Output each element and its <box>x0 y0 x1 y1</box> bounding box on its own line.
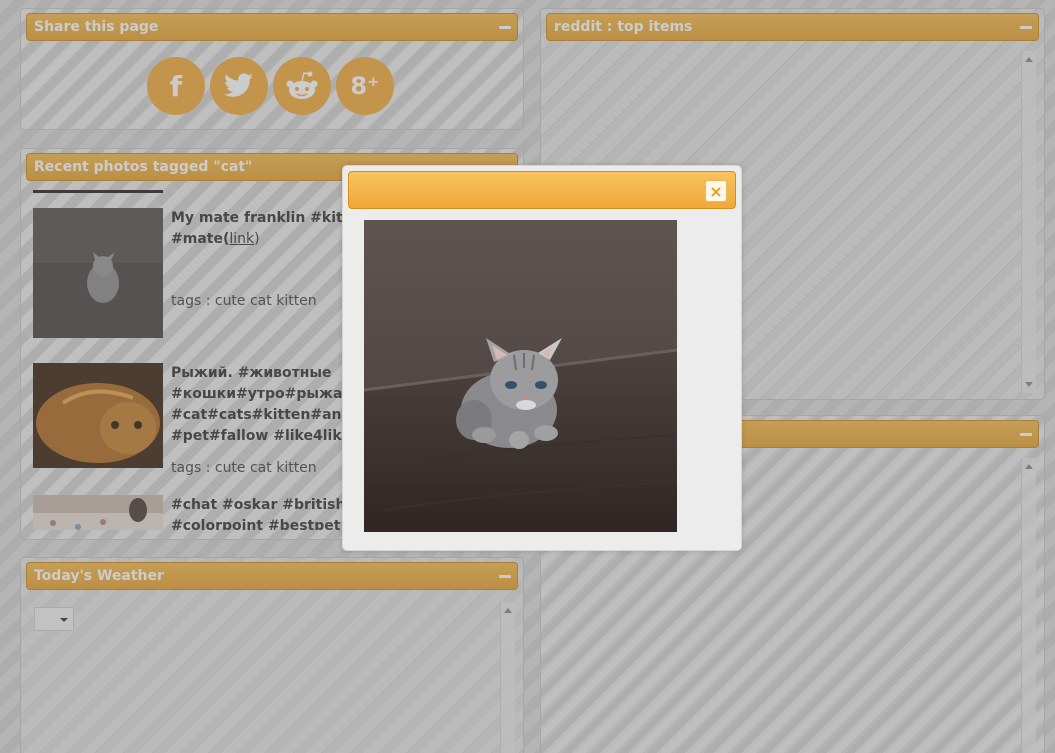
kitten-photo <box>364 220 677 532</box>
lightbox-header: × <box>348 171 736 209</box>
close-icon[interactable]: × <box>705 180 727 202</box>
photo-lightbox: × <box>342 165 742 551</box>
